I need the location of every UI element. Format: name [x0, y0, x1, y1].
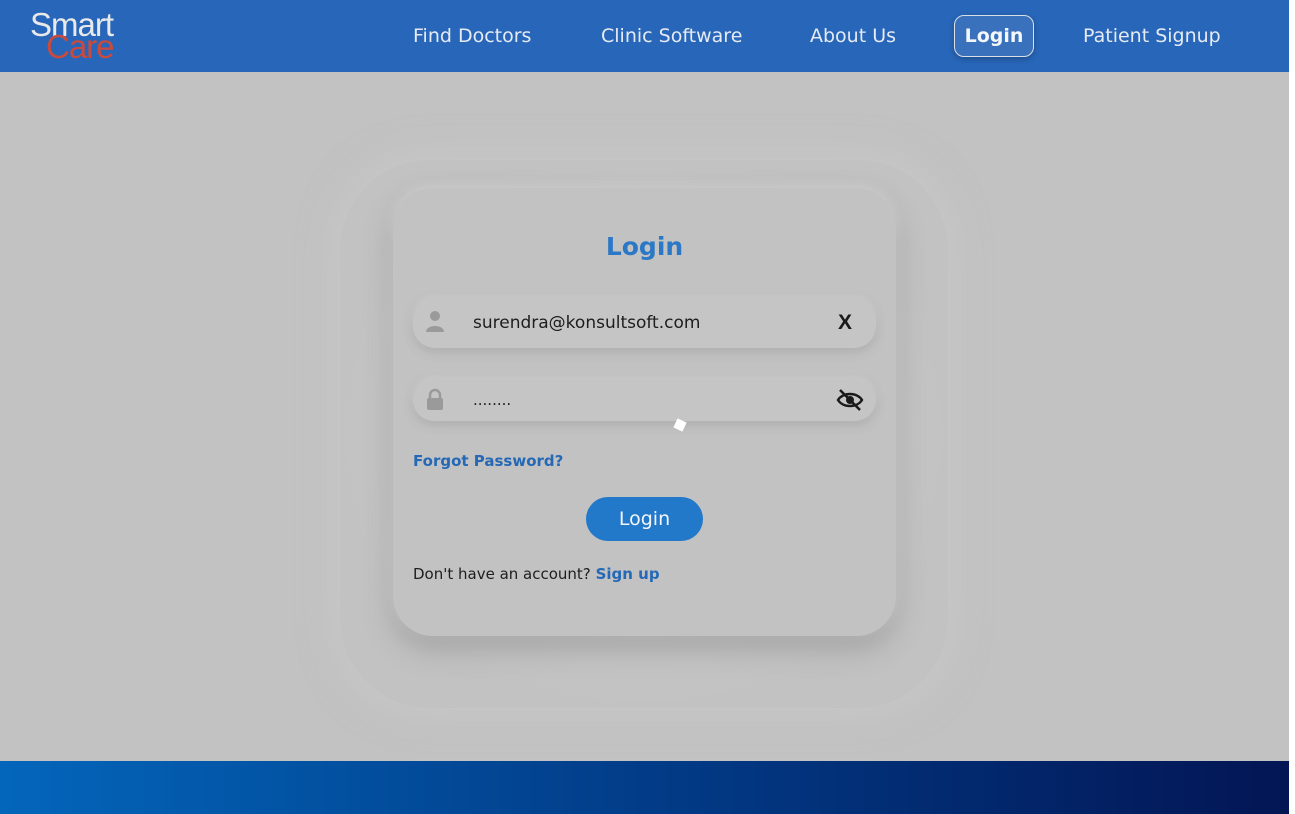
footer-bar: [0, 761, 1289, 814]
lock-icon: [425, 388, 445, 412]
nav-about-us[interactable]: About Us: [810, 18, 896, 54]
signup-prompt-text: Don't have an account?: [413, 565, 591, 583]
logo-text-care: Care: [46, 28, 115, 65]
app-viewport: Smart Care Find Doctors Clinic Software …: [0, 0, 1289, 814]
email-input[interactable]: [473, 308, 813, 338]
nav-patient-signup[interactable]: Patient Signup: [1083, 18, 1221, 54]
password-field: [413, 379, 876, 421]
login-title: Login: [605, 232, 684, 261]
nav-login[interactable]: Login: [954, 15, 1034, 57]
password-input[interactable]: [473, 385, 813, 415]
scroll-gutter: [1289, 0, 1295, 814]
clear-email-button[interactable]: X: [834, 309, 856, 337]
login-card: Login X: [393, 188, 896, 636]
top-navbar: Smart Care Find Doctors Clinic Software …: [0, 0, 1289, 72]
user-icon: [425, 310, 445, 334]
nav-clinic-software[interactable]: Clinic Software: [601, 18, 742, 54]
eye-slash-icon[interactable]: [836, 387, 864, 413]
signup-prompt: Don't have an account? Sign up: [413, 565, 660, 583]
signup-link[interactable]: Sign up: [596, 565, 660, 583]
login-button[interactable]: Login: [586, 497, 703, 541]
forgot-password-link[interactable]: Forgot Password?: [413, 452, 563, 470]
page: Smart Care Find Doctors Clinic Software …: [0, 0, 1295, 814]
nav-find-doctors[interactable]: Find Doctors: [413, 18, 531, 54]
smartcare-logo[interactable]: Smart Care: [30, 8, 142, 66]
email-field: X: [413, 298, 876, 348]
